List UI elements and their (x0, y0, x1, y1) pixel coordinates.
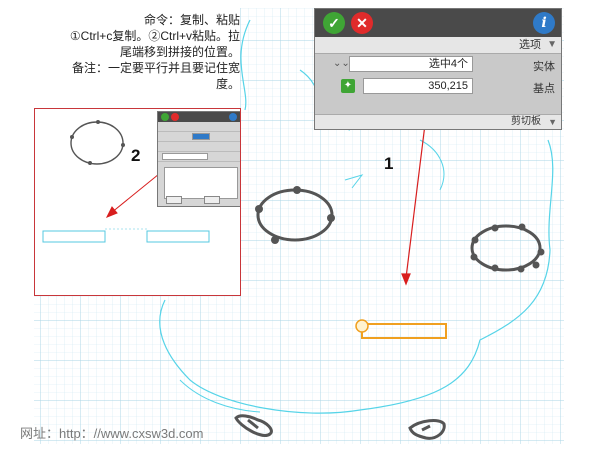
chevron-down-icon: ▼ (548, 117, 557, 127)
chevron-down-icon: ▼ (547, 39, 557, 50)
watermark-text: 网址：http：//www.cxsw3d.com (20, 426, 204, 441)
options-section-header[interactable]: 选项 ▼ (315, 37, 561, 54)
inset-row (158, 132, 240, 142)
inset-button (166, 196, 182, 204)
options-section-label: 选项 (519, 39, 541, 51)
inset-circle (70, 121, 124, 165)
inset-row (158, 152, 240, 162)
inset-list (164, 167, 238, 199)
info-icon (229, 113, 237, 121)
entity-field-row: ⌄⌄ 选中4个 实体 (315, 54, 561, 76)
note-line: 命令：复制、粘贴 (143, 13, 240, 27)
clipboard-section-header[interactable]: 剪切板 ▼ (315, 114, 561, 129)
inset-field (162, 153, 208, 160)
close-icon (171, 113, 179, 121)
note-line: 度。 (215, 77, 240, 91)
check-icon (161, 113, 169, 121)
copy-command-panel: ✓ ✕ i 选项 ▼ ⌄⌄ 选中4个 实体 ✦ 350,215 基点 剪切板 ▼ (314, 8, 562, 130)
step-label-1: 1 (384, 154, 394, 173)
check-icon[interactable]: ✓ (323, 12, 345, 34)
inset-command-panel (157, 111, 240, 207)
panel-titlebar: ✓ ✕ i (315, 9, 561, 37)
note-line: 尾端移到拼接的位置。 (119, 45, 240, 59)
base-point-handle[interactable] (355, 319, 369, 333)
basepoint-field-row: ✦ 350,215 基点 (315, 76, 561, 98)
entity-label: 实体 (533, 61, 555, 73)
note-line: 备注：一定要平行并且要记住宽 (71, 61, 240, 75)
inset-selected-field (192, 133, 210, 140)
drawing-canvas[interactable]: 命令：复制、粘贴 ①Ctrl+c复制。②Ctrl+v粘贴。拉 尾端移到拼接的位置… (0, 0, 600, 453)
note-line: ①Ctrl+c复制。②Ctrl+v粘贴。拉 (69, 29, 240, 43)
inset-screenshot (34, 108, 241, 296)
double-chevron-icon[interactable]: ⌄⌄ (333, 58, 350, 69)
info-icon[interactable]: i (533, 12, 555, 34)
step-label-2: 2 (131, 146, 141, 165)
clipboard-section-label: 剪切板 (511, 116, 541, 127)
inset-button (204, 196, 220, 204)
basepoint-label: 基点 (533, 83, 555, 95)
inset-row (158, 122, 240, 132)
pick-point-icon[interactable]: ✦ (341, 79, 355, 93)
inset-row (158, 142, 240, 152)
instruction-note: 命令：复制、粘贴 ①Ctrl+c复制。②Ctrl+v粘贴。拉 尾端移到拼接的位置… (40, 12, 240, 92)
close-icon[interactable]: ✕ (351, 12, 373, 34)
entity-field[interactable]: 选中4个 (349, 56, 473, 72)
basepoint-field[interactable]: 350,215 (363, 78, 473, 94)
inset-titlebar (158, 112, 240, 122)
